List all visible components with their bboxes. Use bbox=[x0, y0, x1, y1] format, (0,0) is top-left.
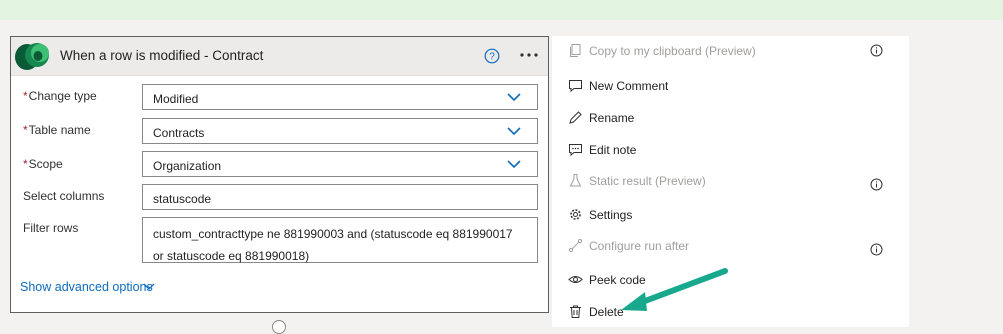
info-icon bbox=[870, 44, 883, 57]
change-type-label: *Change type bbox=[23, 89, 97, 103]
run-after-icon bbox=[568, 238, 583, 253]
top-banner bbox=[0, 0, 1003, 20]
menu-item-copy-to-clipboard[interactable]: Copy to my clipboard (Preview) bbox=[552, 37, 909, 65]
help-icon[interactable]: ? bbox=[484, 48, 500, 64]
filter-rows-label: Filter rows bbox=[23, 221, 79, 235]
info-icon bbox=[870, 243, 883, 256]
select-columns-input[interactable]: statuscode bbox=[142, 184, 538, 210]
scope-select[interactable]: Organization bbox=[142, 151, 538, 177]
menu-item-rename[interactable]: Rename bbox=[552, 104, 909, 132]
chevron-down-icon[interactable] bbox=[143, 282, 155, 292]
chevron-down-icon bbox=[507, 160, 521, 169]
menu-item-new-comment[interactable]: New Comment bbox=[552, 72, 909, 100]
menu-item-static-result[interactable]: Static result (Preview) bbox=[552, 167, 909, 195]
chevron-down-icon bbox=[507, 127, 521, 136]
dataverse-logo-icon bbox=[15, 43, 49, 70]
show-advanced-options-link[interactable]: Show advanced options bbox=[20, 280, 153, 294]
more-options-icon[interactable] bbox=[517, 46, 541, 64]
comment-icon bbox=[569, 80, 582, 93]
menu-item-settings[interactable]: Settings bbox=[552, 201, 909, 229]
table-name-label: *Table name bbox=[23, 123, 91, 137]
gear-icon bbox=[570, 209, 581, 220]
change-type-select[interactable]: Modified bbox=[142, 84, 538, 110]
card-header[interactable]: When a row is modified - Contract ? bbox=[11, 37, 548, 76]
scope-label: *Scope bbox=[23, 157, 63, 171]
pencil-icon bbox=[569, 111, 582, 124]
svg-text:?: ? bbox=[489, 52, 495, 63]
trigger-card: When a row is modified - Contract ? *Cha… bbox=[10, 36, 549, 313]
select-columns-label: Select columns bbox=[23, 189, 105, 203]
copy-icon bbox=[570, 44, 581, 57]
annotation-arrow bbox=[621, 268, 728, 311]
menu-item-edit-note[interactable]: Edit note bbox=[552, 136, 909, 164]
eye-icon bbox=[568, 276, 583, 283]
trash-icon bbox=[570, 305, 581, 318]
filter-rows-input[interactable]: custom_contracttype ne 881990003 and (st… bbox=[142, 217, 538, 263]
flask-icon bbox=[569, 174, 582, 187]
chevron-down-icon bbox=[507, 93, 521, 102]
card-title: When a row is modified - Contract bbox=[60, 48, 264, 63]
table-name-select[interactable]: Contracts bbox=[142, 118, 538, 144]
add-step-connector[interactable] bbox=[272, 320, 286, 334]
menu-item-configure-run-after[interactable]: Configure run after bbox=[552, 232, 909, 260]
info-icon bbox=[870, 178, 883, 191]
note-icon bbox=[569, 144, 582, 157]
